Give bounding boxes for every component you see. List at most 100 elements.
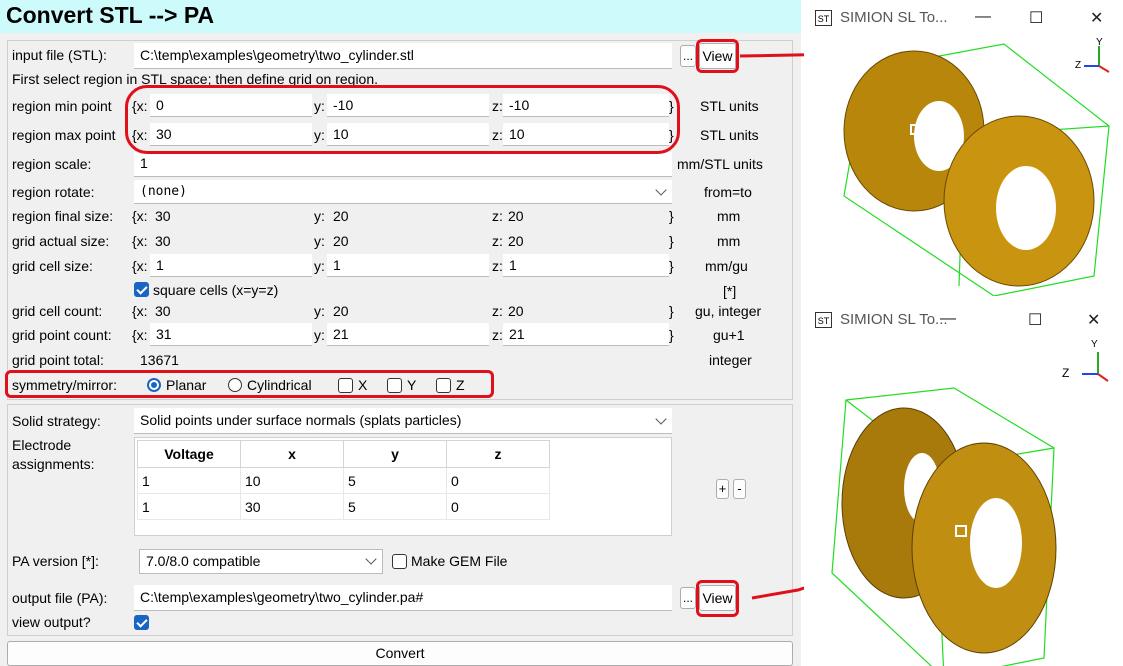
grid-point-count-y[interactable]: 21 <box>327 323 489 346</box>
mirror-x-label: X <box>358 377 368 393</box>
region-max-y[interactable]: 10 <box>327 123 489 146</box>
region-rotate-select[interactable]: (none) <box>134 180 672 204</box>
output-file-label: output file (PA): <box>12 590 108 606</box>
axis-z-label: Z <box>1075 60 1082 71</box>
square-cells-checkbox[interactable] <box>134 282 149 297</box>
region-max-z[interactable]: 10 <box>503 123 669 146</box>
table-cell[interactable]: 0 <box>446 493 550 520</box>
viewer-titlebar: ST SIMION SL To... — ☐ ✕ <box>804 0 1123 36</box>
coord-z-prefix: z: <box>492 208 503 224</box>
column-header[interactable]: Voltage <box>137 440 241 468</box>
minimize-button[interactable]: — <box>975 8 991 26</box>
symmetry-label: symmetry/mirror: <box>12 377 117 393</box>
close-button[interactable]: ✕ <box>1090 8 1103 28</box>
region-min-x[interactable]: 0 <box>150 94 312 117</box>
output-view-button[interactable]: View <box>699 585 736 611</box>
column-header[interactable]: z <box>446 440 550 468</box>
minimize-button[interactable]: — <box>940 310 956 328</box>
coord-z-prefix: z: <box>492 303 503 319</box>
planar-radio[interactable] <box>147 378 161 392</box>
table-cell[interactable]: 5 <box>343 467 447 494</box>
electrode-label-line1: Electrode <box>12 437 72 453</box>
grid-count-label: grid cell count: <box>12 303 103 319</box>
table-cell[interactable]: 10 <box>240 467 344 494</box>
viewer-title: SIMION SL To... <box>840 9 948 26</box>
coord-close: } <box>669 98 674 114</box>
coord-x-prefix: {x: <box>132 258 148 274</box>
grid-point-count-z[interactable]: 21 <box>503 323 669 346</box>
input-browse-button[interactable]: ... <box>680 45 696 67</box>
stl-viewer-window: ST SIMION SL To... — ☐ ✕ Y Z <box>804 0 1123 296</box>
coord-x-prefix: {x: <box>132 327 148 343</box>
make-gem-checkbox[interactable] <box>392 554 407 569</box>
region-scale-label: region scale: <box>12 156 92 172</box>
coord-z-prefix: z: <box>492 327 503 343</box>
column-header[interactable]: y <box>343 440 447 468</box>
dialog-titlebar: Convert STL --> PA <box>0 0 801 33</box>
output-file-field[interactable]: C:\temp\examples\geometry\two_cylinder.p… <box>134 585 672 611</box>
solid-strategy-label: Solid strategy: <box>12 413 101 429</box>
grid-point-count-x[interactable]: 31 <box>150 323 312 346</box>
view-output-checkbox[interactable] <box>134 615 149 630</box>
viewer-title: SIMION SL To... <box>840 311 948 328</box>
coord-close: } <box>669 327 674 343</box>
region-scale-field[interactable]: 1 <box>134 152 672 177</box>
coord-close: } <box>669 233 674 249</box>
coord-z-prefix: z: <box>492 127 503 143</box>
region-max-label: region max point <box>12 127 116 143</box>
region-min-label: region min point <box>12 98 112 114</box>
pa-version-select[interactable]: 7.0/8.0 compatible <box>139 549 383 574</box>
table-cell[interactable]: 5 <box>343 493 447 520</box>
electrode-table-frame: Voltage x y z 1 10 5 0 1 30 5 0 <box>134 437 672 536</box>
grid-actual-label: grid actual size: <box>12 233 110 249</box>
planar-label: Planar <box>166 377 207 393</box>
cylindrical-radio[interactable] <box>228 378 242 392</box>
square-cells-unit: [*] <box>723 283 737 299</box>
table-row[interactable]: 1 30 5 0 <box>137 493 550 520</box>
region-max-x[interactable]: 30 <box>150 123 312 146</box>
region-min-z[interactable]: -10 <box>503 94 669 117</box>
input-file-label: input file (STL): <box>12 47 107 63</box>
grid-cell-x[interactable]: 1 <box>150 254 312 277</box>
table-row[interactable]: 1 10 5 0 <box>137 467 550 494</box>
mirror-y-checkbox[interactable] <box>387 378 402 393</box>
column-header[interactable]: x <box>240 440 344 468</box>
viewer-titlebar: ST SIMION SL To... — ☐ ✕ <box>804 302 1123 338</box>
table-cell[interactable]: 1 <box>137 493 241 520</box>
coord-z-prefix: z: <box>492 233 503 249</box>
table-header-row: Voltage x y z <box>137 440 550 468</box>
coord-close: } <box>669 303 674 319</box>
mirror-z-checkbox[interactable] <box>436 378 451 393</box>
convert-button[interactable]: Convert <box>7 641 793 666</box>
maximize-button[interactable]: ☐ <box>1028 310 1042 330</box>
table-cell[interactable]: 0 <box>446 467 550 494</box>
output-browse-button[interactable]: ... <box>680 587 696 609</box>
coord-y-prefix: y: <box>314 327 325 343</box>
input-file-field[interactable]: C:\temp\examples\geometry\two_cylinder.s… <box>134 43 672 69</box>
maximize-button[interactable]: ☐ <box>1029 8 1043 28</box>
grid-cell-label: grid cell size: <box>12 258 93 274</box>
coord-z-prefix: z: <box>492 258 503 274</box>
table-cell[interactable]: 30 <box>240 493 344 520</box>
coord-y-prefix: y: <box>314 208 325 224</box>
region-final-unit: mm <box>717 208 741 224</box>
grid-point-total-value: 13671 <box>140 352 179 368</box>
grid-cell-y[interactable]: 1 <box>327 254 489 277</box>
coord-y-prefix: y: <box>314 233 325 249</box>
grid-actual-x: 30 <box>155 233 171 249</box>
square-cells-label: square cells (x=y=z) <box>153 282 279 298</box>
mirror-x-checkbox[interactable] <box>338 378 353 393</box>
input-view-button[interactable]: View <box>699 43 736 69</box>
solid-strategy-select[interactable]: Solid points under surface normals (spla… <box>134 408 672 434</box>
grid-count-x: 30 <box>155 303 171 319</box>
close-button[interactable]: ✕ <box>1087 310 1100 330</box>
add-electrode-button[interactable]: + <box>716 479 729 499</box>
mirror-z-label: Z <box>456 377 465 393</box>
grid-count-y: 20 <box>333 303 349 319</box>
grid-cell-z[interactable]: 1 <box>503 254 669 277</box>
coord-y-prefix: y: <box>314 127 325 143</box>
region-min-y[interactable]: -10 <box>327 94 489 117</box>
axis-triad-icon <box>1082 352 1109 382</box>
mirror-y-label: Y <box>407 377 417 393</box>
table-cell[interactable]: 1 <box>137 467 241 494</box>
